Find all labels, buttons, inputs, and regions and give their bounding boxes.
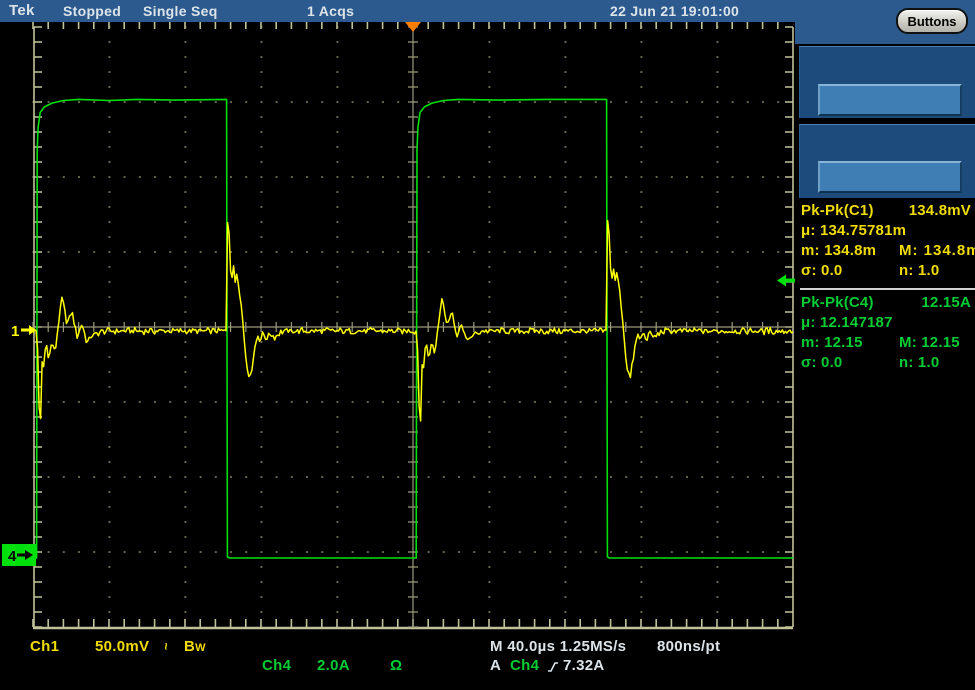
svg-text:4: 4 [8, 548, 17, 565]
oscilloscope-screen: Tek Stopped Single Seq 1 Acqs 22 Jun 21 … [0, 0, 975, 690]
ch1-label: Ch1 [30, 638, 59, 655]
ac-coupling-icon: ~ [162, 638, 170, 655]
timebase-readout: M 40.0µs 1.25MS/s [490, 638, 626, 655]
resolution-readout: 800ns/pt [657, 638, 720, 655]
waveform-display: 14 [0, 0, 975, 690]
ch1-bandwidth-indicator: BW [184, 638, 206, 655]
svg-text:1: 1 [11, 323, 19, 340]
ch1-scale: 50.0mV [95, 638, 149, 655]
rising-slope-icon [547, 660, 559, 673]
trigger-mode: A [490, 657, 501, 674]
trigger-level: 7.32A [563, 657, 605, 674]
bottom-readout-bar: Ch1 50.0mV ~ BW M 40.0µs 1.25MS/s 800ns/… [0, 632, 975, 690]
ch4-scale: 2.0A [317, 657, 350, 674]
ch4-label: Ch4 [262, 657, 291, 674]
ch4-impedance: Ω [390, 657, 402, 674]
trigger-source: Ch4 [510, 657, 539, 674]
